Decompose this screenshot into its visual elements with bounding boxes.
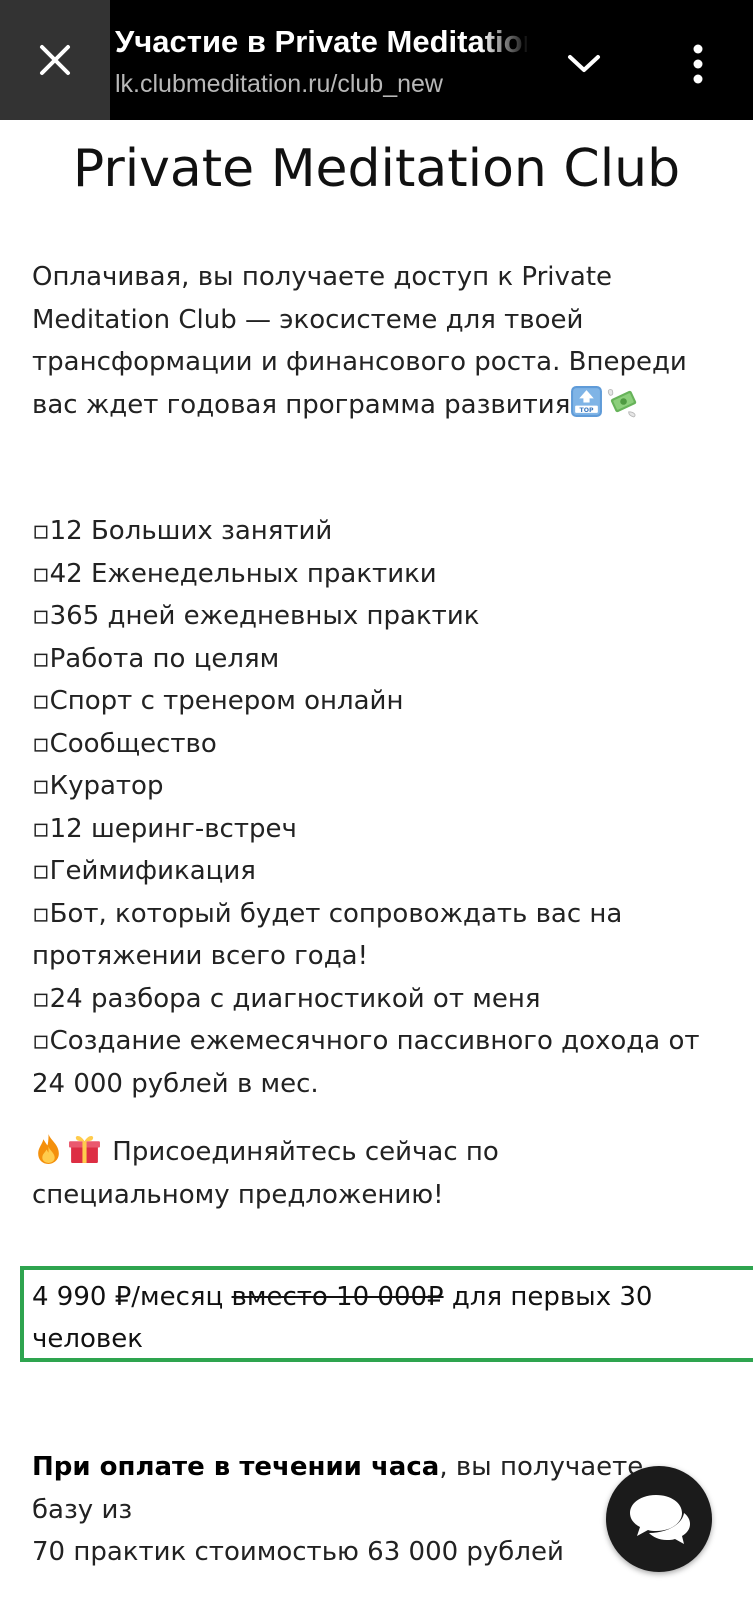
more-vertical-icon xyxy=(693,44,703,84)
list-item: ▫Геймификация xyxy=(32,856,256,886)
svg-text:TOP: TOP xyxy=(580,406,594,413)
browser-toolbar: Участие в Private Meditation lk.clubmedi… xyxy=(0,0,753,120)
price-text: 4 990 ₽/месяц вместо 10 000₽ для первых … xyxy=(32,1276,732,1360)
close-icon xyxy=(40,45,70,75)
old-price: вместо 10 000₽ xyxy=(231,1282,444,1312)
offer-text: Присоединяйтесь сейчас по специальному п… xyxy=(32,1137,499,1210)
chat-bubbles-icon xyxy=(630,1495,690,1544)
list-item: ▫Спорт с тренером онлайн xyxy=(32,686,404,716)
list-item: ▫Создание ежемесячного пассивного дохода… xyxy=(32,1026,700,1099)
list-item: ▫12 шеринг-встреч xyxy=(32,813,297,844)
gift-emoji xyxy=(69,1135,100,1163)
expand-button[interactable] xyxy=(556,40,612,88)
list-item: ▫Бот, который будет сопровождать вас на … xyxy=(32,898,623,972)
bonus-bold-text: При оплате в течении часа xyxy=(32,1452,440,1482)
list-item: ▫Сообщество xyxy=(32,728,217,759)
page-title: Private Meditation Club xyxy=(72,139,681,199)
list-item: ▫Работа по целям xyxy=(32,643,280,674)
chevron-down-icon xyxy=(568,55,600,72)
current-price: 4 990 ₽/месяц xyxy=(32,1282,224,1312)
features-list: ▫12 Больших занятий ▫42 Еженедельных пра… xyxy=(32,510,722,1105)
list-item: ▫42 Еженедельных практики xyxy=(32,558,437,589)
page-url[interactable]: lk.clubmeditation.ru/club_new xyxy=(115,68,443,100)
close-button[interactable] xyxy=(0,0,110,120)
money-with-wings-emoji xyxy=(608,388,637,417)
list-item: ▫Куратор xyxy=(32,771,164,801)
top-arrow-emoji: TOP xyxy=(571,385,603,417)
intro-paragraph: Оплачивая, вы получаете доступ к Private… xyxy=(32,256,722,466)
more-options-button[interactable] xyxy=(670,36,726,92)
fire-emoji xyxy=(38,1134,59,1164)
chat-button[interactable] xyxy=(606,1466,712,1572)
offer-paragraph: Присоединяйтесь сейчас по специальному п… xyxy=(32,1131,592,1216)
list-item: ▫12 Больших занятий xyxy=(32,516,333,546)
list-item: ▫24 разбора с диагностикой от меня xyxy=(32,983,541,1014)
page-content: Оплачивая, вы получаете доступ к Private… xyxy=(32,256,722,1210)
tab-title: Участие в Private Meditation xyxy=(115,24,527,59)
list-item: ▫365 дней ежедневных практик xyxy=(32,601,480,631)
